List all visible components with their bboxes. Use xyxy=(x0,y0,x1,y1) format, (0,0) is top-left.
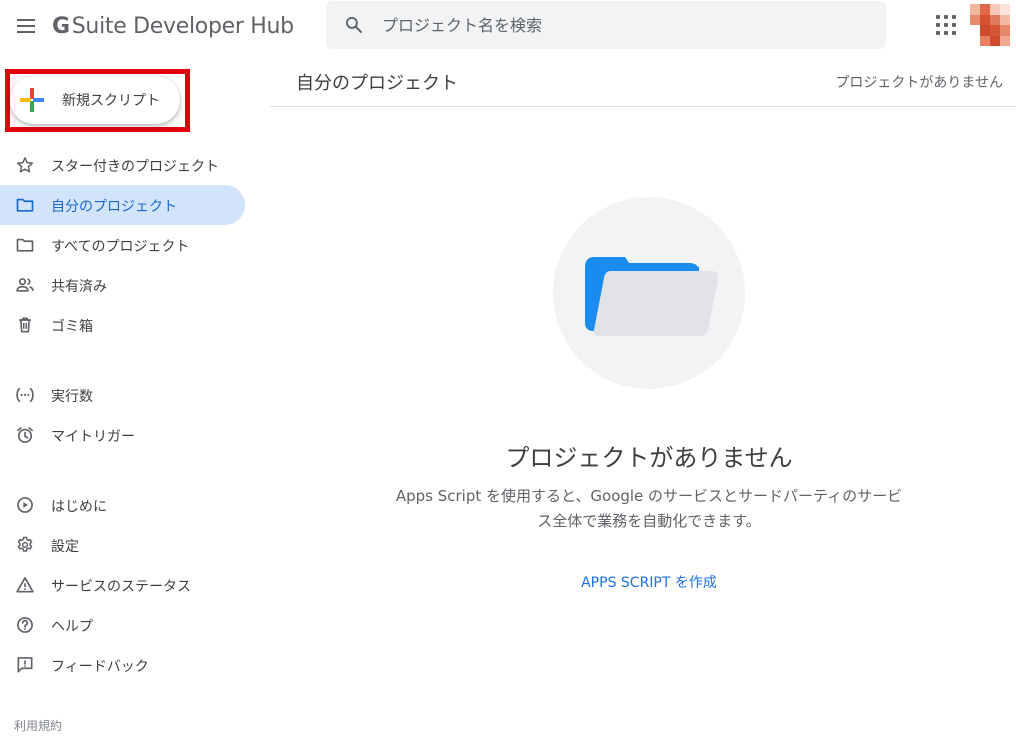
trash-icon xyxy=(19,317,31,333)
sidebar-item-label: マイトリガー xyxy=(51,429,135,445)
sidebar-item-label: サービスのステータス xyxy=(51,579,191,595)
search-box[interactable] xyxy=(326,1,886,49)
alarm-icon xyxy=(17,427,33,443)
play-circle-icon xyxy=(17,497,33,513)
warning-icon xyxy=(16,577,34,593)
sidebar-item-service-status[interactable]: サービスのステータス xyxy=(0,565,245,605)
app-logo[interactable]: G Suite Developer Hub xyxy=(52,12,294,40)
sidebar-item-label: はじめに xyxy=(51,499,107,515)
sidebar-item-help[interactable]: ヘルプ xyxy=(0,605,245,645)
empty-state-title: プロジェクトがありません xyxy=(505,444,793,472)
help-icon xyxy=(17,617,33,633)
sidebar-item-shared[interactable]: 共有済み xyxy=(0,265,245,305)
sidebar-item-label: フィードバック xyxy=(51,659,149,675)
page-title: 自分のプロジェクト xyxy=(296,73,458,94)
project-count-status: プロジェクトがありません xyxy=(835,75,1003,91)
sidebar-item-label: ヘルプ xyxy=(51,619,93,635)
sidebar-item-starred[interactable]: スター付きのプロジェクト xyxy=(0,145,245,185)
create-apps-script-link-row: APPS SCRIPT を作成 xyxy=(270,572,1016,592)
feedback-icon xyxy=(17,657,33,673)
empty-state-illustration xyxy=(553,197,745,389)
avatar[interactable] xyxy=(970,4,1010,46)
sidebar-item-getting-started[interactable]: はじめに xyxy=(0,485,245,525)
sidebar-item-settings[interactable]: 設定 xyxy=(0,525,245,565)
sidebar-item-feedback[interactable]: フィードバック xyxy=(0,645,245,685)
sidebar-item-label: スター付きのプロジェクト xyxy=(51,159,219,175)
sidebar: 新規スクリプト スター付きのプロジェクト 自分のプロジェクト すべてのプロジェク… xyxy=(0,52,260,756)
sidebar-item-executions[interactable]: 実行数 xyxy=(0,375,245,415)
new-script-button[interactable]: 新規スクリプト xyxy=(10,76,180,124)
sidebar-item-label: すべてのプロジェクト xyxy=(51,239,190,255)
top-app-bar: G Suite Developer Hub xyxy=(0,0,1016,52)
sidebar-item-label: 実行数 xyxy=(51,389,93,405)
logo-letter: G xyxy=(52,13,70,39)
sidebar-item-all-projects[interactable]: すべてのプロジェクト xyxy=(0,225,245,265)
gear-icon xyxy=(17,536,33,552)
folder-icon xyxy=(16,238,34,252)
star-icon xyxy=(16,157,34,173)
sidebar-item-my-projects[interactable]: 自分のプロジェクト xyxy=(0,185,245,225)
sidebar-item-label: 共有済み xyxy=(51,279,107,295)
app-title: Suite Developer Hub xyxy=(71,13,294,39)
sidebar-item-label: ゴミ箱 xyxy=(51,319,93,335)
executions-icon xyxy=(16,387,34,403)
apps-grid-icon[interactable] xyxy=(934,13,958,37)
sidebar-item-label: 自分のプロジェクト xyxy=(51,199,177,215)
empty-state-description: Apps Script を使用すると、Google のサービスとサードパーティの… xyxy=(395,487,903,530)
search-icon[interactable] xyxy=(344,15,364,35)
people-icon xyxy=(16,278,34,292)
create-apps-script-link[interactable]: APPS SCRIPT を作成 xyxy=(581,575,717,591)
new-script-label: 新規スクリプト xyxy=(62,93,160,109)
sidebar-item-label: 設定 xyxy=(51,539,79,555)
folder-icon xyxy=(16,198,34,212)
sidebar-item-my-triggers[interactable]: マイトリガー xyxy=(0,415,245,455)
terms-link[interactable]: 利用規約 xyxy=(14,717,62,734)
main-content: 自分のプロジェクト プロジェクトがありません プロジェクトがありません Apps… xyxy=(270,52,1016,756)
main-menu-button[interactable] xyxy=(12,12,40,40)
content-header: 自分のプロジェクト プロジェクトがありません xyxy=(270,52,1016,107)
sidebar-item-trash[interactable]: ゴミ箱 xyxy=(0,305,245,345)
search-input[interactable] xyxy=(382,7,862,43)
plus-icon xyxy=(20,88,44,112)
open-folder-icon xyxy=(585,257,719,336)
